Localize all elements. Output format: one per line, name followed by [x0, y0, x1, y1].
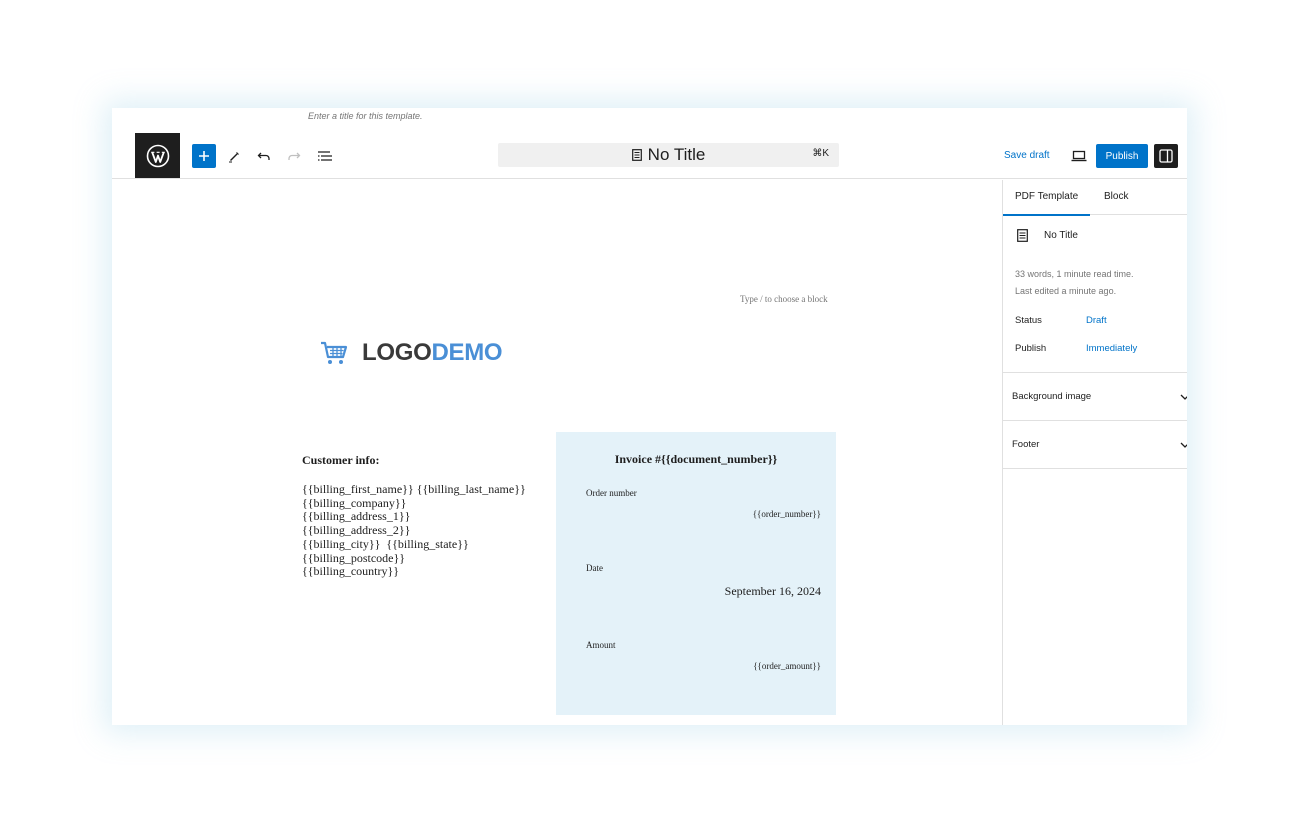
publish-button[interactable]: Publish — [1096, 144, 1148, 168]
amount-label: Amount — [586, 640, 616, 650]
publish-date-button[interactable]: Immediately — [1086, 343, 1137, 354]
editor-window: Enter a title for this template. No Titl… — [112, 108, 1187, 725]
pencil-icon — [229, 152, 239, 163]
customer-info-heading: Customer info: — [302, 453, 380, 467]
undo-button[interactable] — [252, 144, 276, 168]
settings-sidebar: PDF Template Block No Title 33 words, 1 … — [1002, 180, 1187, 725]
order-number-label: Order number — [586, 488, 637, 498]
shopping-cart-icon — [321, 341, 348, 364]
tab-block[interactable]: Block — [1104, 191, 1128, 202]
sidebar-tabs: PDF Template Block — [1002, 180, 1187, 216]
laptop-icon — [1071, 150, 1087, 162]
editor-toolbar: No Title ⌘K Save draft Publish — [112, 132, 1187, 179]
redo-icon — [288, 152, 301, 160]
divider — [1003, 372, 1187, 373]
customer-info-line: {{billing_address_1}} — [302, 509, 411, 524]
logo-image[interactable]: LOGODEMO — [320, 339, 503, 367]
page-icon — [1017, 229, 1028, 242]
tab-pdf-template[interactable]: PDF Template — [1002, 191, 1091, 216]
logo-text: LOGODEMO — [362, 339, 503, 367]
wordpress-logo-button[interactable] — [135, 133, 180, 178]
sidebar-document-title: No Title — [1044, 230, 1078, 241]
status-value-button[interactable]: Draft — [1086, 315, 1107, 326]
customer-info-line: {{billing_company}} — [302, 495, 407, 510]
command-palette-bar[interactable]: No Title ⌘K — [498, 143, 839, 167]
background-image-panel-toggle[interactable]: Background image — [1012, 391, 1091, 402]
redo-button[interactable] — [282, 144, 306, 168]
page-icon — [631, 149, 642, 161]
list-view-icon — [318, 151, 332, 161]
document-overview-button[interactable] — [313, 144, 337, 168]
plus-icon — [199, 151, 209, 161]
customer-info-line: {{billing_first_name}} {{billing_last_na… — [302, 482, 526, 496]
date-value: September 16, 2024 — [724, 584, 821, 598]
chevron-down-icon[interactable] — [1180, 440, 1187, 450]
customer-info-line: {{billing_address_2}} — [302, 523, 411, 538]
save-draft-button[interactable]: Save draft — [1004, 150, 1050, 161]
last-edited-text: Last edited a minute ago. — [1015, 286, 1117, 296]
word-count-text: 33 words, 1 minute read time. — [1015, 269, 1134, 279]
sidebar-icon — [1159, 149, 1173, 163]
date-label: Date — [586, 563, 603, 573]
customer-info-block[interactable]: Customer info: {{billing_first_name}} {{… — [302, 453, 526, 579]
title-hint: Enter a title for this template. — [308, 111, 423, 121]
logo-text-part2: DEMO — [431, 339, 503, 366]
editor-canvas[interactable]: Type / to choose a block LOGODEMO Custom… — [112, 180, 1002, 725]
command-shortcut: ⌘K — [812, 148, 829, 159]
footer-panel-toggle[interactable]: Footer — [1012, 439, 1039, 450]
status-label: Status — [1015, 315, 1042, 326]
undo-icon — [257, 152, 270, 160]
publish-label: Publish — [1015, 343, 1047, 354]
sidebar-document-card: No Title — [1017, 229, 1078, 242]
order-number-value: {{order_number}} — [752, 509, 821, 519]
document-title-display: No Title — [631, 145, 706, 165]
amount-value: {{order_amount}} — [753, 661, 821, 671]
preview-button[interactable] — [1067, 144, 1091, 168]
customer-info-line: {{billing_postcode}} — [302, 550, 406, 565]
logo-text-part1: LOGO — [362, 339, 432, 366]
tools-button[interactable] — [222, 144, 246, 168]
invoice-title: Invoice #{{document_number}} — [614, 452, 778, 466]
divider — [1003, 420, 1187, 421]
divider — [1003, 468, 1187, 469]
customer-info-line: {{billing_country}} — [302, 564, 400, 579]
document-title: No Title — [647, 145, 706, 164]
add-block-button[interactable] — [192, 144, 216, 168]
customer-info-line: {{billing_city}} {{billing_state}} — [302, 536, 469, 551]
settings-toggle-button[interactable] — [1154, 144, 1178, 168]
wordpress-icon — [146, 144, 169, 167]
document-meta: 33 words, 1 minute read time. Last edite… — [1015, 266, 1134, 300]
invoice-details-block[interactable]: Invoice #{{document_number}} Order numbe… — [556, 432, 836, 715]
chevron-down-icon[interactable] — [1180, 392, 1187, 402]
block-placeholder[interactable]: Type / to choose a block — [740, 294, 828, 304]
